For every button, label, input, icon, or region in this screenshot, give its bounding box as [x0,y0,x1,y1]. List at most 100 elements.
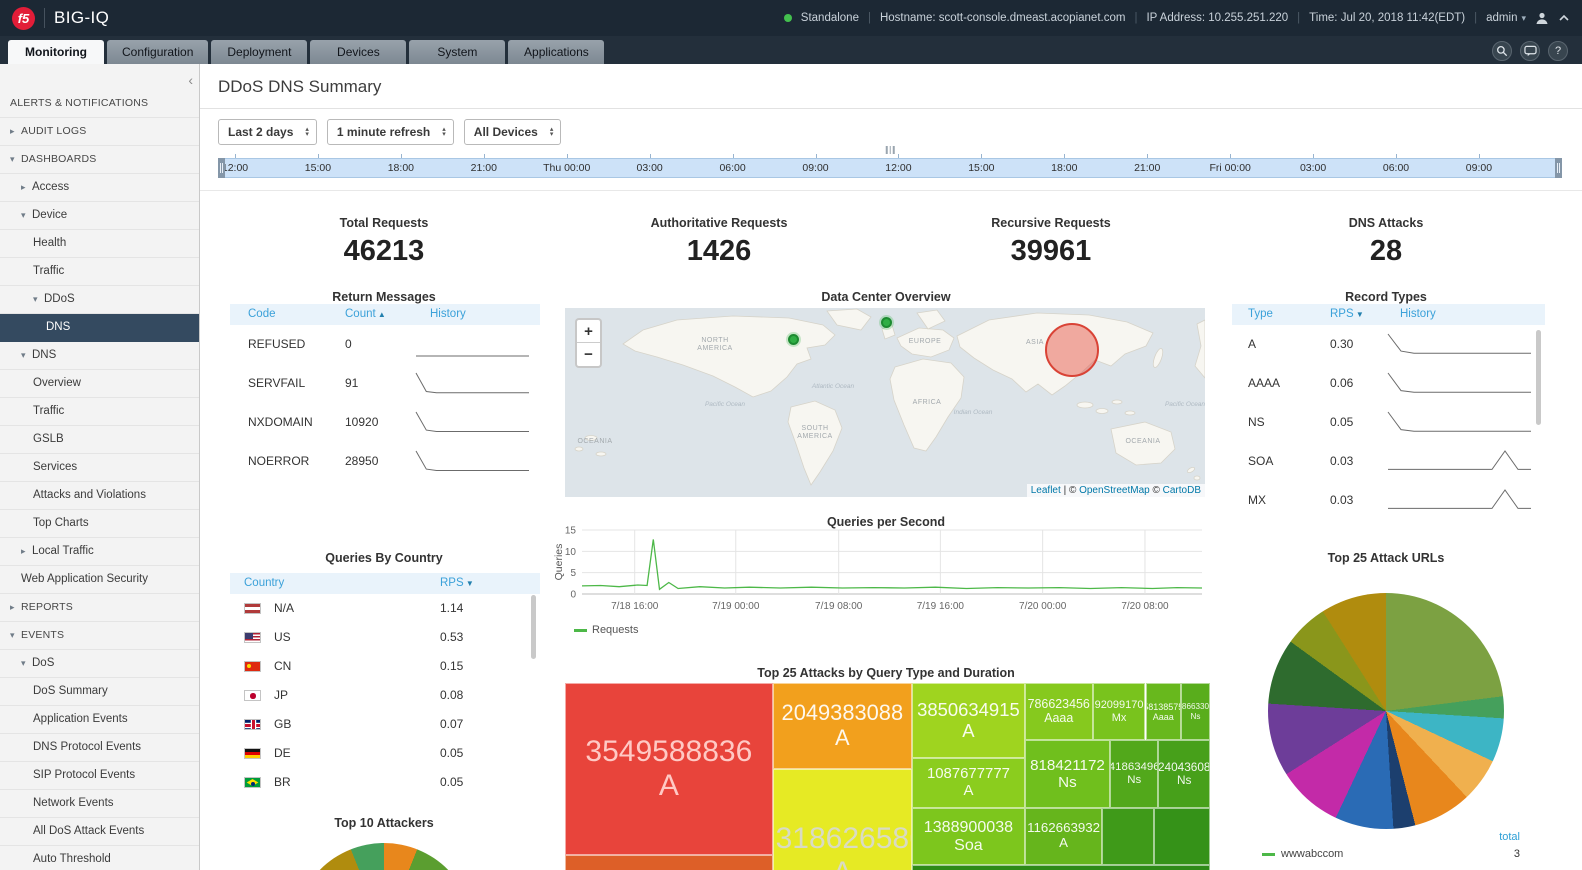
device-select[interactable]: All Devices▴▾ [464,119,562,145]
tab-devices[interactable]: Devices [310,40,406,64]
timeline-tickmark [1479,154,1480,158]
sidebar-item-dns-protocol-events[interactable]: DNS Protocol Events [0,734,199,762]
tab-deployment[interactable]: Deployment [211,40,307,64]
sidebar-item-top-charts[interactable]: Top Charts [0,510,199,538]
zoom-out-button[interactable]: − [577,343,600,366]
zoom-in-button[interactable]: + [577,320,600,343]
carto-link[interactable]: CartoDB [1163,485,1201,496]
sidebar-item-dos[interactable]: ▾DoS [0,650,199,678]
main-content: DDoS DNS Summary Last 2 days▴▾1 minute r… [200,64,1582,870]
select-stepper-icon: ▴▾ [305,127,309,138]
flag-icon-jp [244,690,261,701]
osm-link[interactable]: OpenStreetMap [1079,485,1150,496]
cell-rps: 0.53 [440,623,463,652]
legend-total-header[interactable]: total [1262,831,1520,843]
continent-label: SOUTHAMERICA [797,425,832,440]
column-header-rps[interactable]: RPS ▼ [1330,304,1364,325]
x-tick-label: 7/18 16:00 [611,601,659,612]
sidebar-item-audit-logs[interactable]: ▸AUDIT LOGS [0,118,199,146]
leaflet-link[interactable]: Leaflet [1031,485,1061,496]
table-row: SOA0.03 [1232,442,1545,481]
country-table-scrollbar[interactable] [531,595,536,659]
tab-configuration[interactable]: Configuration [107,40,208,64]
sidebar-item-services[interactable]: Services [0,454,199,482]
flag-icon-na [244,603,261,614]
column-header-type[interactable]: Type [1248,304,1273,325]
tab-applications[interactable]: Applications [508,40,604,64]
chevron-up-icon[interactable] [1558,12,1570,24]
timeline-grip[interactable] [886,146,895,154]
timeline-band[interactable]: 12:0015:0018:0021:00Thu 00:0003:0006:000… [218,158,1562,178]
column-header-history[interactable]: History [430,304,466,325]
stat-value: 39961 [991,235,1111,268]
sidebar-item-health[interactable]: Health [0,230,199,258]
sidebar-item-overview[interactable]: Overview [0,370,199,398]
data-center-marker[interactable] [788,334,799,345]
sidebar-item-ddos[interactable]: ▾DDoS [0,286,199,314]
data-center-marker[interactable] [881,317,892,328]
record-types-scrollbar[interactable] [1536,330,1541,425]
data-center-map[interactable]: NORTHAMERICASOUTHAMERICAEUROPEAFRICAASIA… [565,308,1205,497]
sidebar-item-label: DNS [32,349,56,361]
column-header-history[interactable]: History [1400,304,1436,325]
user-icon[interactable] [1535,11,1549,25]
timeline-tickmark [1064,154,1065,158]
sidebar-item-dos-summary[interactable]: DoS Summary [0,678,199,706]
attack-marker[interactable] [1045,323,1099,377]
select-value: Last 2 days [228,125,293,139]
sidebar-item-all-dos-attack-events[interactable]: All DoS Attack Events [0,818,199,846]
timeline-tickmark [898,154,899,158]
sidebar-item-auto-threshold[interactable]: Auto Threshold [0,846,199,870]
sidebar-item-web-application-security[interactable]: Web Application Security [0,566,199,594]
sidebar-item-dns[interactable]: DNS [0,314,199,342]
cell-rps: 0.05 [440,768,463,797]
treemap-cell-2318626586: 2318626586A [773,769,912,870]
sidebar-item-traffic[interactable]: Traffic [0,258,199,286]
timeline-right-handle[interactable] [1555,158,1562,178]
sidebar-item-access[interactable]: ▸Access [0,174,199,202]
column-header-rps[interactable]: RPS ▼ [440,573,474,594]
sidebar-item-dashboards[interactable]: ▾DASHBOARDS [0,146,199,174]
select-stepper-icon: ▴▾ [442,127,446,138]
timeline-tick-label: 06:00 [719,159,745,177]
table-row: GB0.07 [230,710,540,739]
return-messages-table: CodeCount ▲HistoryREFUSED0SERVFAIL91NXDO… [230,304,540,487]
sidebar-item-application-events[interactable]: Application Events [0,706,199,734]
treemap-cell-label: 2049383088A [782,701,904,750]
table-header: Country RPS ▼ [230,573,540,594]
timeline-left-handle[interactable] [218,158,225,178]
sidebar-collapse-icon[interactable]: ‹ [188,73,193,87]
timeline-slider[interactable]: 12:0015:0018:0021:00Thu 00:0003:0006:000… [218,146,1562,180]
sidebar-item-alerts-notifications[interactable]: ALERTS & NOTIFICATIONS [0,90,199,118]
continent-label: OCEANIA [577,438,612,445]
treemap-cell-1388900038: 1388900038Soa [912,808,1025,865]
chevron-down-icon: ▾ [21,342,32,369]
user-menu[interactable]: admin▾ [1486,12,1526,24]
search-icon[interactable] [1492,41,1512,61]
sidebar-item-device[interactable]: ▾Device [0,202,199,230]
sidebar-item-reports[interactable]: ▸REPORTS [0,594,199,622]
sidebar-item-traffic-2[interactable]: Traffic [0,398,199,426]
tab-monitoring[interactable]: Monitoring [8,40,104,64]
sidebar-item-events[interactable]: ▾EVENTS [0,622,199,650]
tab-system[interactable]: System [409,40,505,64]
sidebar-item-sip-protocol-events[interactable]: SIP Protocol Events [0,762,199,790]
refresh-interval-select[interactable]: 1 minute refresh▴▾ [327,119,454,145]
sidebar-item-label: Local Traffic [32,545,94,557]
sidebar-item-attacks-and-violations[interactable]: Attacks and Violations [0,482,199,510]
sidebar-item-network-events[interactable]: Network Events [0,790,199,818]
treemap-cell-label: 1162663932A [1027,821,1100,851]
help-icon[interactable]: ? [1548,41,1568,61]
sidebar-item-local-traffic[interactable]: ▸Local Traffic [0,538,199,566]
stat-label: Authoritative Requests [651,216,788,230]
chat-icon[interactable] [1520,41,1540,61]
sidebar-item-label: Web Application Security [21,573,148,585]
treemap-cell [565,855,773,870]
sidebar-item-gslb[interactable]: GSLB [0,426,199,454]
time-range-select[interactable]: Last 2 days ▴▾ [218,119,317,145]
column-header-code[interactable]: Code [248,304,276,325]
column-header-count[interactable]: Count ▲ [345,304,386,325]
column-header-country[interactable]: Country [244,573,284,594]
sidebar-item-dns-2[interactable]: ▾DNS [0,342,199,370]
timeline-tick-label: 06:00 [1383,159,1409,177]
